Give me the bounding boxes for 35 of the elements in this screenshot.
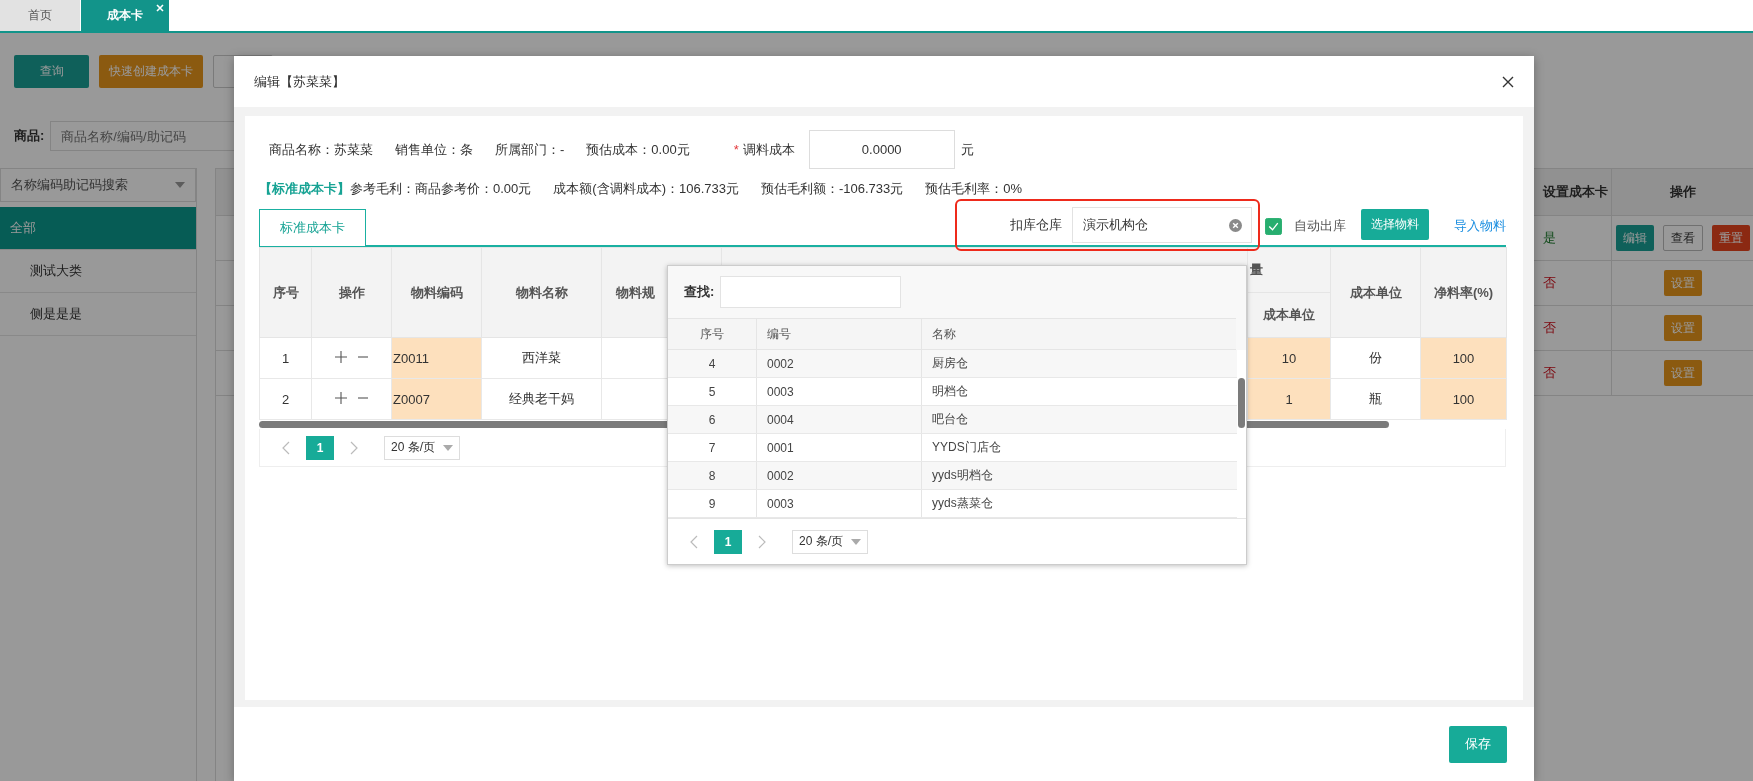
filter-label: 商品: bbox=[14, 127, 45, 145]
info-text: 销售单位：条 bbox=[395, 140, 473, 159]
table-cell: 份 bbox=[1330, 337, 1421, 379]
status-text: 是 bbox=[1543, 229, 1556, 247]
column-header: 序号 bbox=[668, 319, 757, 349]
table-cell: 瓶 bbox=[1330, 378, 1421, 420]
column-header: 量 bbox=[1247, 247, 1331, 293]
column-header: 序号 bbox=[259, 247, 312, 338]
column-header: 操作 bbox=[1668, 183, 1697, 201]
column-header: 编号 bbox=[757, 319, 922, 349]
info-text: 预估成本：0.00元 bbox=[586, 140, 690, 159]
status-text: 否 bbox=[1543, 364, 1556, 382]
info-text: 所属部门：- bbox=[495, 140, 565, 159]
column-header: 成本单位 bbox=[1247, 292, 1331, 338]
status-text: 否 bbox=[1543, 274, 1556, 292]
status-text: 否 bbox=[1543, 319, 1556, 337]
column-header: 物料编码 bbox=[391, 247, 482, 338]
required-mark: * bbox=[733, 142, 739, 157]
column-header: 名称 bbox=[931, 325, 957, 343]
field-label: 调料成本 bbox=[742, 140, 795, 159]
table-cell: 经典老干妈 bbox=[481, 378, 602, 420]
table-cell: 2 bbox=[259, 378, 312, 420]
column-header: 设置成本卡 bbox=[1535, 169, 1612, 215]
summary-text: 【标准成本卡】参考毛利：商品参考价：0.00元 成本额(含调料成本)：106.733元 预估毛利额：-106.733元 预估毛利率：0% bbox=[259, 180, 1024, 198]
field-label: 扣库仓库 bbox=[1010, 216, 1062, 234]
column-header: 成本单位 bbox=[1330, 247, 1421, 338]
checkbox-label: 自动出库 bbox=[1294, 217, 1346, 235]
column-header: 操作 bbox=[311, 247, 392, 338]
table-cell: 1 bbox=[259, 337, 312, 379]
table-cell: 西洋菜 bbox=[481, 337, 602, 379]
column-header: 净料率(%) bbox=[1420, 247, 1507, 338]
search-label: 查找: bbox=[684, 283, 715, 301]
unit-text: 元 bbox=[960, 140, 974, 159]
dialog-title: 编辑【苏菜菜】 bbox=[254, 72, 345, 91]
column-header: 物料名称 bbox=[481, 247, 602, 338]
